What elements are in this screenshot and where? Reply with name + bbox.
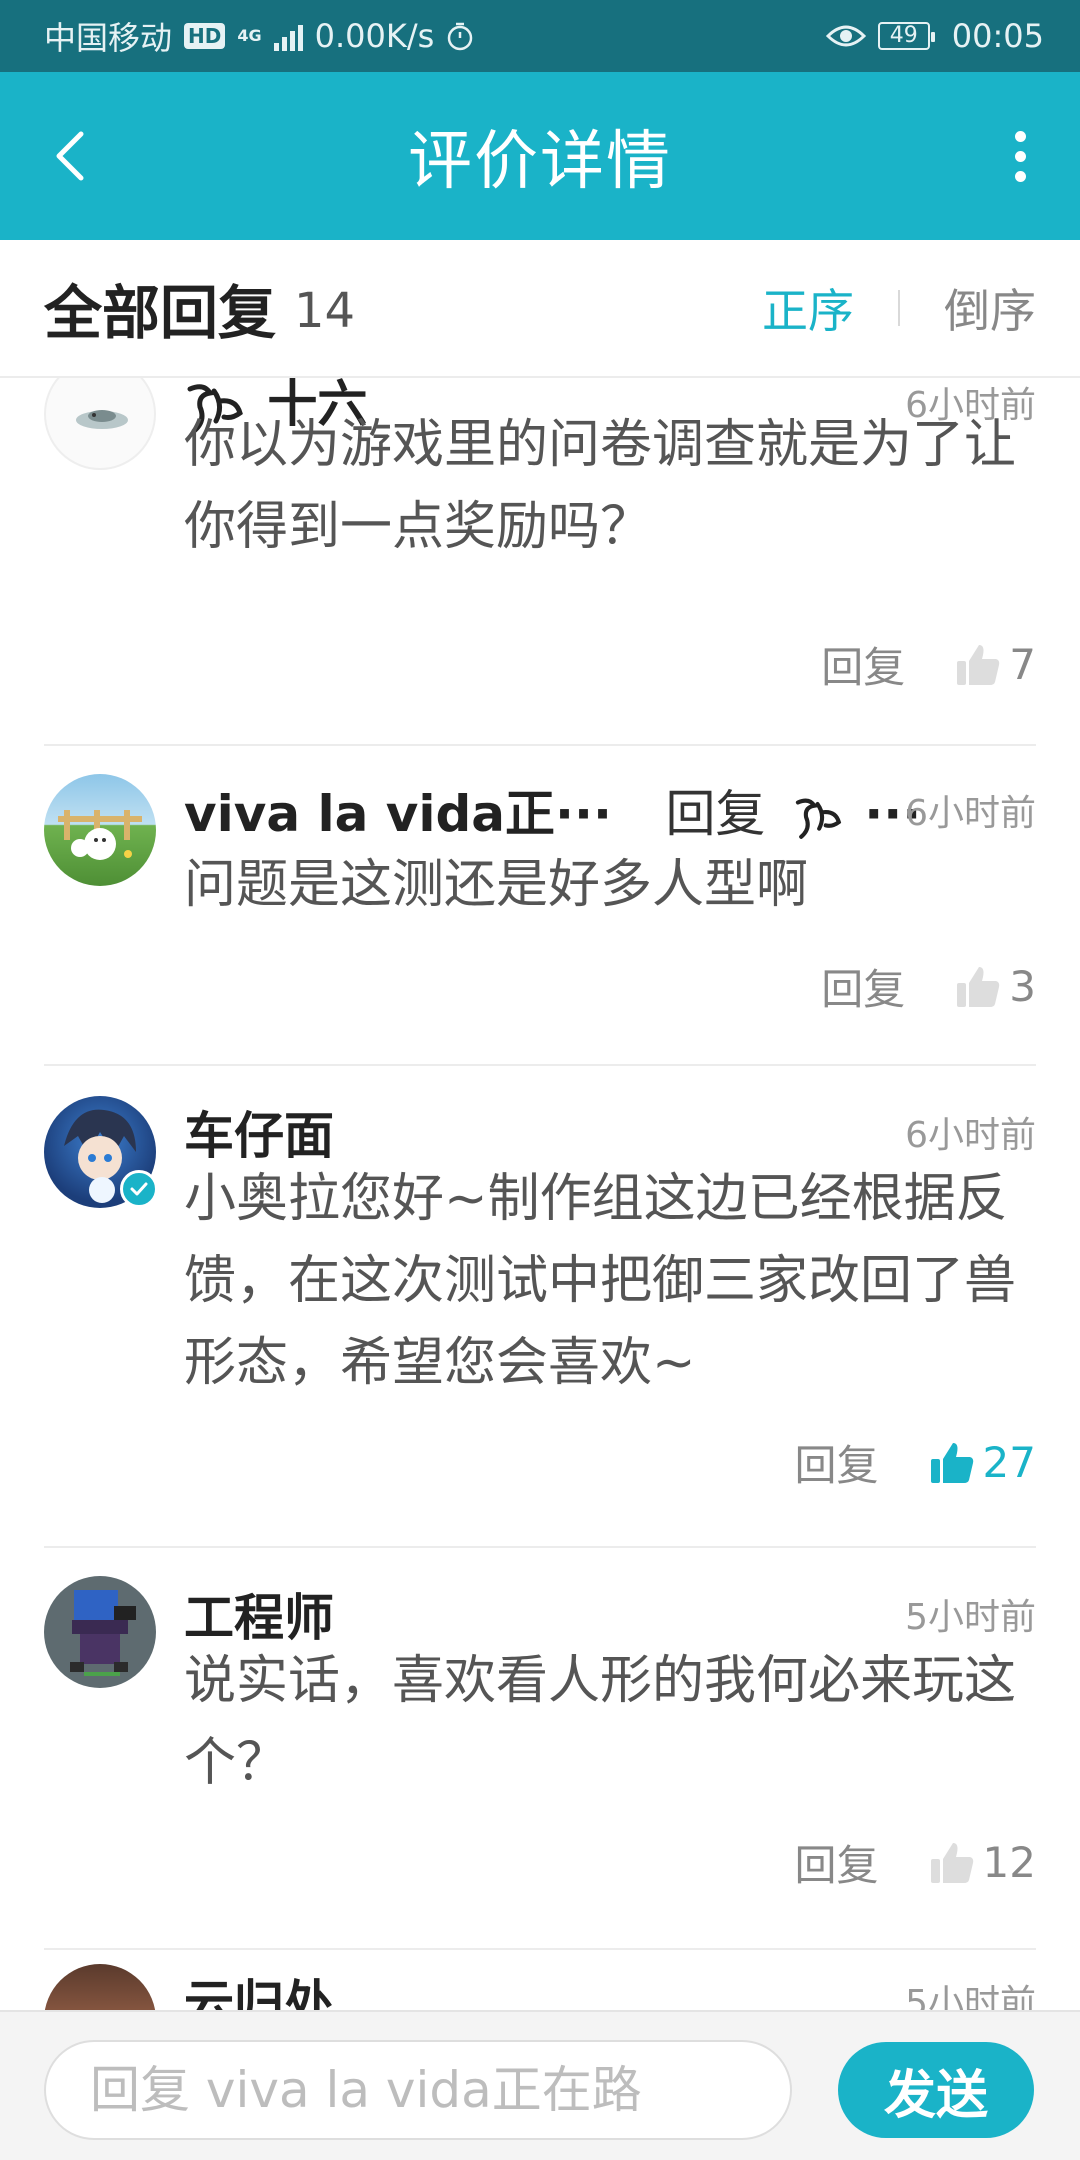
reply-input[interactable] <box>44 2040 792 2140</box>
reply-item: 十六 6小时前 你以为游戏里的问卷调查就是为了让你得到一点奖励吗？ 回复 7 <box>44 378 1036 746</box>
like-count: 27 <box>982 1438 1036 1487</box>
network-speed: 0.00K/s <box>314 17 435 55</box>
reply-button[interactable]: 回复 <box>821 634 905 695</box>
reply-button[interactable]: 回复 <box>821 956 905 1017</box>
reply-time: 6小时前 <box>905 1115 1036 1156</box>
sort-toggle: 正序 倒序 <box>762 275 1036 341</box>
avatar[interactable] <box>44 1576 156 1688</box>
reply-text: 你以为游戏里的问卷调查就是为了让你得到一点奖励吗？ <box>184 415 1017 557</box>
reply-list[interactable]: 十六 6小时前 你以为游戏里的问卷调查就是为了让你得到一点奖励吗？ 回复 7 v… <box>0 378 1080 2010</box>
timer-icon <box>448 22 473 51</box>
avatar[interactable] <box>44 1964 156 2010</box>
reply-author-name: 工程师 <box>184 1589 334 1647</box>
reply-author[interactable]: viva la vida正··· 回复 ··· <box>184 774 921 846</box>
title-bar: 评价详情 <box>0 72 1080 240</box>
sort-descending-button[interactable]: 倒序 <box>944 275 1036 341</box>
more-button[interactable] <box>990 116 1050 196</box>
send-button[interactable]: 发送 <box>838 2042 1034 2138</box>
hd-badge: HD <box>184 23 226 49</box>
network-type: 4G <box>237 26 262 45</box>
thumbs-up-icon <box>930 1442 973 1483</box>
reply-item: 车仔面 6小时前 小奥拉您好~制作组这边已经根据反馈，在这次测试中把御三家改回了… <box>44 1066 1036 1548</box>
like-button-active[interactable]: 27 <box>929 1438 1036 1487</box>
reply-item: viva la vida正··· 回复 ··· 6小时前 问题是这测还是好多人型… <box>44 746 1036 1066</box>
reply-actions: 回复 12 <box>795 1832 1036 1893</box>
reply-actions: 回复 3 <box>821 956 1036 1017</box>
reply-count: 14 <box>294 283 356 339</box>
status-bar: 中国移动 HD 4G 0.00K/s 49 00:05 <box>0 0 1080 72</box>
reply-input-bar: 发送 <box>0 2010 1080 2160</box>
clock: 00:05 <box>951 17 1044 55</box>
reply-actions: 回复 27 <box>795 1432 1036 1493</box>
more-vertical-icon <box>1014 130 1026 142</box>
reply-item: 工程师 5小时前 说实话，喜欢看人形的我何必来玩这个？ 回复 12 <box>44 1548 1036 1950</box>
like-count: 3 <box>1009 962 1036 1011</box>
reply-to-label: 回复 <box>665 785 766 843</box>
reply-button[interactable]: 回复 <box>795 1432 879 1493</box>
like-button[interactable]: 12 <box>929 1838 1036 1887</box>
chevron-left-icon <box>56 131 84 181</box>
thumbs-up-icon <box>957 966 1000 1007</box>
reply-item: 云归处 5小时前 <box>44 1950 1036 2010</box>
sort-divider <box>898 290 900 326</box>
avatar-image <box>58 810 142 860</box>
reply-time: 6小时前 <box>905 793 1036 834</box>
carrier-label: 中国移动 <box>44 19 173 57</box>
reply-text: 说实话，喜欢看人形的我何必来玩这个？ <box>184 1651 1017 1793</box>
like-button[interactable]: 7 <box>955 640 1036 689</box>
like-button[interactable]: 3 <box>955 962 1036 1011</box>
like-count: 7 <box>1009 640 1036 689</box>
reply-author-name: viva la vida正··· <box>184 785 613 843</box>
reply-filter-bar: 全部回复 14 正序 倒序 <box>0 240 1080 378</box>
thumbs-up-icon <box>957 644 1000 685</box>
battery-indicator: 49 <box>877 22 935 50</box>
reply-author-name: 云归处 <box>184 1975 334 2010</box>
reply-author-name: 车仔面 <box>184 1107 334 1165</box>
avatar-image <box>70 1590 136 1676</box>
dragon-emblem-icon <box>795 798 842 839</box>
avatar[interactable] <box>44 774 156 886</box>
all-replies-title: 全部回复 <box>44 279 277 347</box>
page-title: 评价详情 <box>408 125 672 199</box>
reply-author[interactable]: 云归处 <box>184 1964 334 2010</box>
reply-text: 小奥拉您好~制作组这边已经根据反馈，在这次测试中把御三家改回了兽形态，希望您会喜… <box>184 1169 1017 1393</box>
signal-icon <box>273 21 303 51</box>
like-count: 12 <box>982 1838 1036 1887</box>
reply-actions: 回复 7 <box>821 634 1036 695</box>
reply-time: 5小时前 <box>905 1983 1036 2010</box>
reply-text: 问题是这测还是好多人型啊 <box>184 855 809 915</box>
avatar[interactable] <box>44 378 156 470</box>
thumbs-up-icon <box>930 1842 973 1883</box>
avatar-image <box>76 410 128 429</box>
back-button[interactable] <box>40 116 100 196</box>
reply-time: 5小时前 <box>905 1597 1036 1638</box>
eye-icon <box>825 25 866 47</box>
reply-button[interactable]: 回复 <box>795 1832 879 1893</box>
sort-ascending-button[interactable]: 正序 <box>762 275 854 341</box>
verified-badge-icon <box>120 1170 158 1208</box>
